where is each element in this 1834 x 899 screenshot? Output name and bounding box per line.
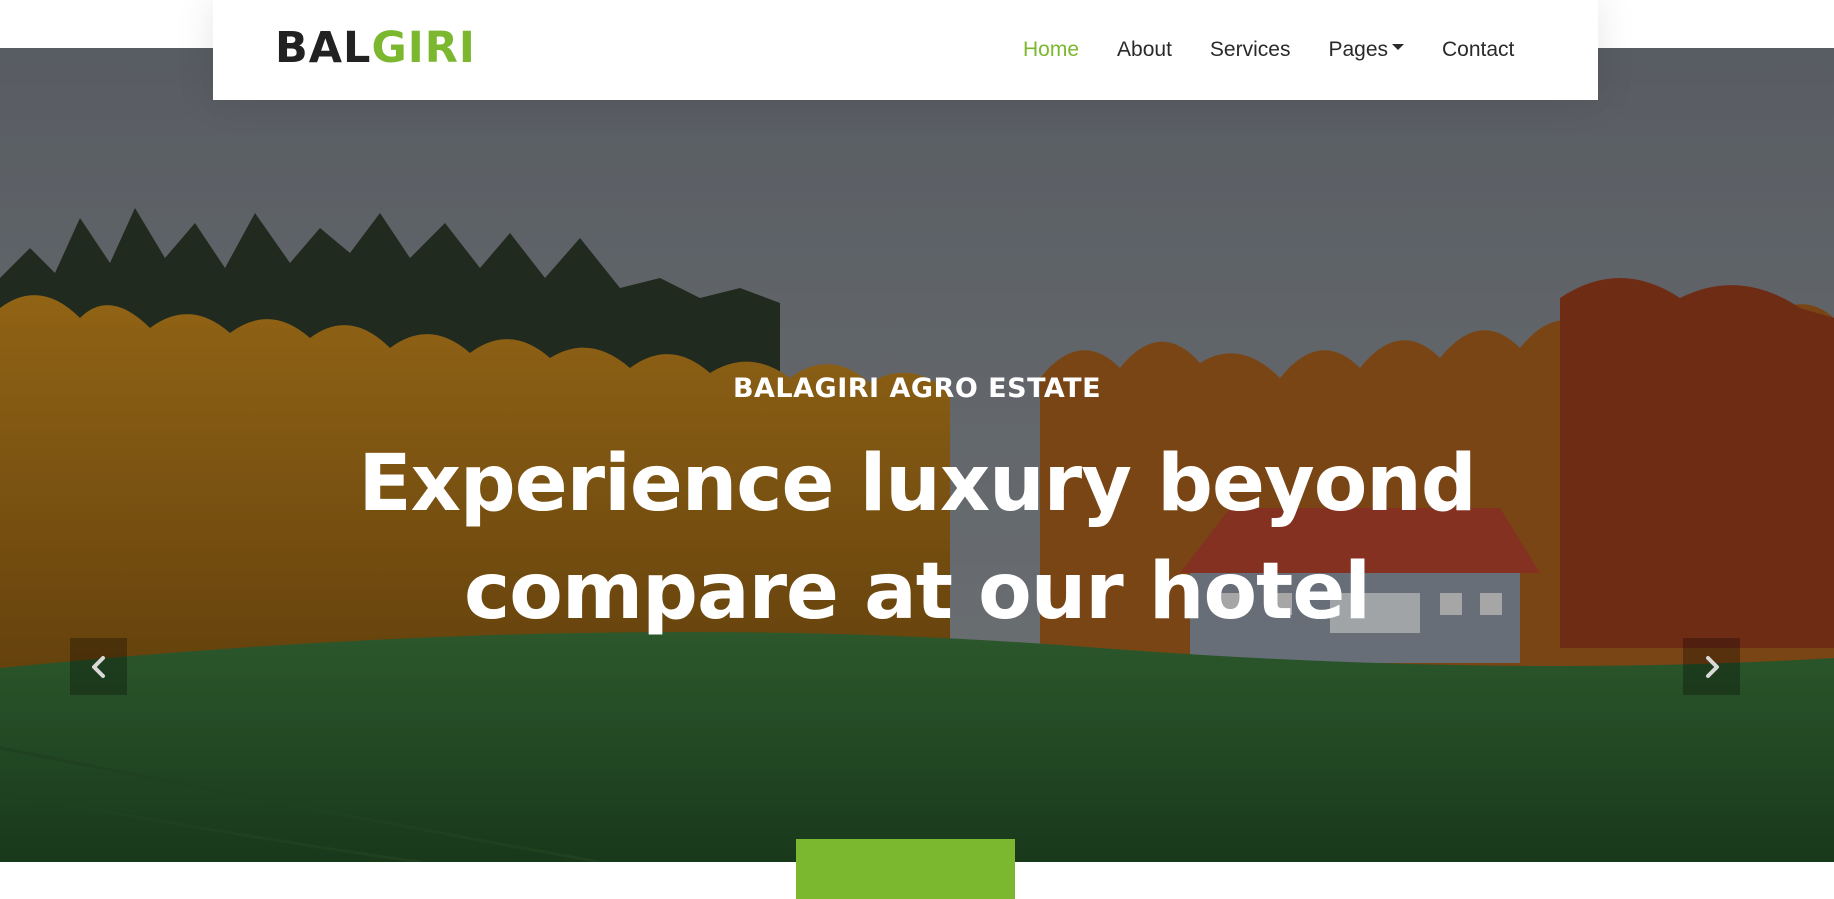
- brand-logo[interactable]: BALGIRI: [275, 20, 476, 76]
- chevron-right-icon: [1705, 655, 1719, 678]
- nav-link-home[interactable]: Home: [1023, 38, 1079, 62]
- nav-link-contact[interactable]: Contact: [1442, 38, 1514, 62]
- main-nav: Home About Services Pages Contact: [1023, 0, 1514, 100]
- chevron-left-icon: [91, 655, 105, 678]
- nav-dropdown-pages[interactable]: Pages: [1328, 38, 1404, 62]
- brand-logo-part2: GIRI: [371, 23, 476, 73]
- carousel-prev-button[interactable]: [70, 638, 127, 695]
- caret-down-icon: [1392, 44, 1404, 50]
- hero-title: Experience luxury beyond compare at our …: [358, 439, 1476, 637]
- hero-cta-button[interactable]: [796, 839, 1015, 899]
- nav-link-about[interactable]: About: [1117, 38, 1172, 62]
- carousel-next-button[interactable]: [1683, 638, 1740, 695]
- hero-eyebrow: BALAGIRI AGRO ESTATE: [732, 373, 1102, 404]
- brand-logo-part1: BAL: [275, 23, 372, 73]
- navbar: BALGIRI Home About Services Pages Contac…: [213, 0, 1598, 100]
- nav-link-services[interactable]: Services: [1210, 38, 1291, 62]
- nav-link-pages-label: Pages: [1328, 38, 1388, 61]
